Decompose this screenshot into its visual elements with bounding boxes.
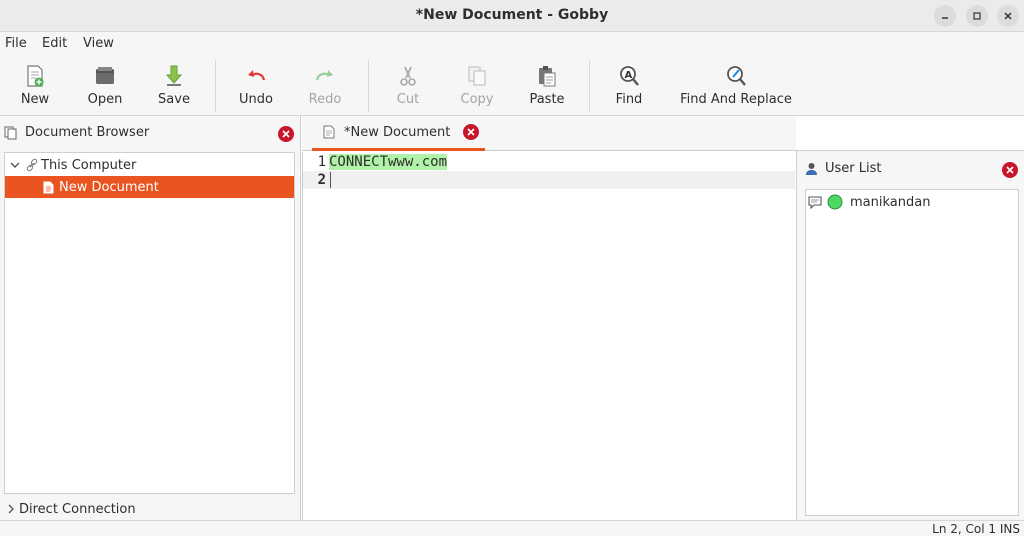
find-magnifier-icon: A [616, 63, 642, 89]
copy-label: Copy [460, 92, 494, 107]
scissors-icon [395, 63, 421, 89]
menu-edit[interactable]: Edit [42, 36, 67, 51]
close-icon [282, 130, 290, 138]
redo-button[interactable]: Redo [302, 56, 348, 116]
tab-label: *New Document [344, 124, 451, 140]
line-text: CONNECTwww.com [329, 154, 448, 170]
user-list-title: User List [825, 161, 882, 176]
cut-label: Cut [396, 92, 420, 107]
find-button[interactable]: A Find [606, 56, 652, 116]
toolbar-separator [215, 60, 216, 112]
open-label: Open [87, 92, 123, 107]
close-user-list-button[interactable] [1002, 162, 1018, 178]
paste-label: Paste [529, 92, 565, 107]
tab-bar: *New Document [302, 116, 796, 151]
open-folder-icon [92, 63, 118, 89]
direct-connection-expander[interactable]: Direct Connection [0, 498, 300, 520]
code-line: 1 CONNECTwww.com [303, 153, 795, 171]
tree-item-new-document[interactable]: New Document [5, 176, 294, 198]
open-button[interactable]: Open [82, 56, 128, 116]
text-cursor [330, 172, 331, 188]
user-name: manikandan [850, 194, 931, 210]
save-label: Save [158, 92, 190, 107]
document-browser-header: Document Browser [0, 116, 300, 150]
tree-item-label: New Document [59, 179, 159, 195]
close-window-button[interactable] [997, 5, 1019, 27]
toolbar: New Open Save Undo Redo Cut Copy Paste A… [0, 56, 1024, 116]
user-list-panel: User List manikandan [796, 150, 1024, 520]
menu-view[interactable]: View [83, 36, 114, 51]
user-icon [806, 163, 817, 175]
document-browser-title: Document Browser [25, 125, 150, 140]
toolbar-separator [589, 60, 590, 112]
close-icon [467, 128, 475, 136]
direct-connection-label: Direct Connection [19, 501, 136, 517]
undo-icon [243, 63, 269, 89]
cursor-position-status: Ln 2, Col 1 INS [932, 522, 1020, 536]
code-line-current: 2 [303, 171, 795, 189]
find-replace-icon [723, 63, 749, 89]
menu-file[interactable]: File [5, 36, 27, 51]
online-status-icon [827, 194, 843, 210]
maximize-icon [973, 12, 981, 20]
document-icon [323, 125, 335, 139]
toolbar-separator [368, 60, 369, 112]
close-icon [1004, 12, 1012, 20]
documents-icon [4, 126, 17, 140]
menu-bar: File Edit View [0, 32, 1024, 56]
redo-icon [312, 63, 338, 89]
line-number: 1 [317, 154, 326, 170]
tree-item-label: This Computer [41, 157, 137, 173]
new-document-icon [22, 63, 48, 89]
window-title: *New Document - Gobby [415, 7, 609, 23]
save-download-icon [161, 63, 187, 89]
document-browser-panel: Document Browser This Computer New Docum… [0, 116, 301, 520]
status-bar: Ln 2, Col 1 INS [0, 520, 1024, 536]
user-list: manikandan [805, 189, 1019, 516]
new-label: New [20, 92, 50, 107]
line-number: 2 [317, 172, 326, 188]
document-icon [43, 181, 54, 193]
chevron-down-icon[interactable] [10, 160, 20, 170]
document-tree: This Computer New Document [4, 152, 295, 494]
tab-new-document[interactable]: *New Document [312, 116, 485, 151]
link-icon [26, 158, 38, 172]
undo-label: Undo [239, 92, 273, 107]
copy-icon [464, 63, 490, 89]
find-and-replace-button[interactable]: Find And Replace [676, 56, 796, 116]
close-icon [1006, 166, 1014, 174]
user-list-item[interactable]: manikandan [808, 193, 930, 211]
close-tab-button[interactable] [463, 124, 480, 140]
close-document-browser-button[interactable] [278, 126, 294, 142]
title-bar: *New Document - Gobby [0, 0, 1024, 32]
chevron-right-icon [8, 504, 14, 514]
new-button[interactable]: New [12, 56, 58, 116]
chat-icon[interactable] [808, 195, 822, 209]
cut-button[interactable]: Cut [385, 56, 431, 116]
paste-button[interactable]: Paste [524, 56, 570, 116]
redo-label: Redo [308, 92, 342, 107]
maximize-button[interactable] [966, 5, 988, 27]
find-label: Find [615, 92, 643, 107]
tree-item-this-computer[interactable]: This Computer [5, 154, 294, 176]
undo-button[interactable]: Undo [233, 56, 279, 116]
text-editor[interactable]: 1 CONNECTwww.com 2 [302, 152, 796, 520]
copy-button[interactable]: Copy [454, 56, 500, 116]
svg-text:A: A [625, 70, 633, 81]
editor-area: *New Document 1 CONNECTwww.com 2 [302, 116, 796, 520]
minimize-button[interactable] [934, 5, 956, 27]
save-button[interactable]: Save [151, 56, 197, 116]
paste-clipboard-icon [534, 63, 560, 89]
minimize-icon [942, 17, 948, 19]
find-and-replace-label: Find And Replace [680, 92, 792, 107]
